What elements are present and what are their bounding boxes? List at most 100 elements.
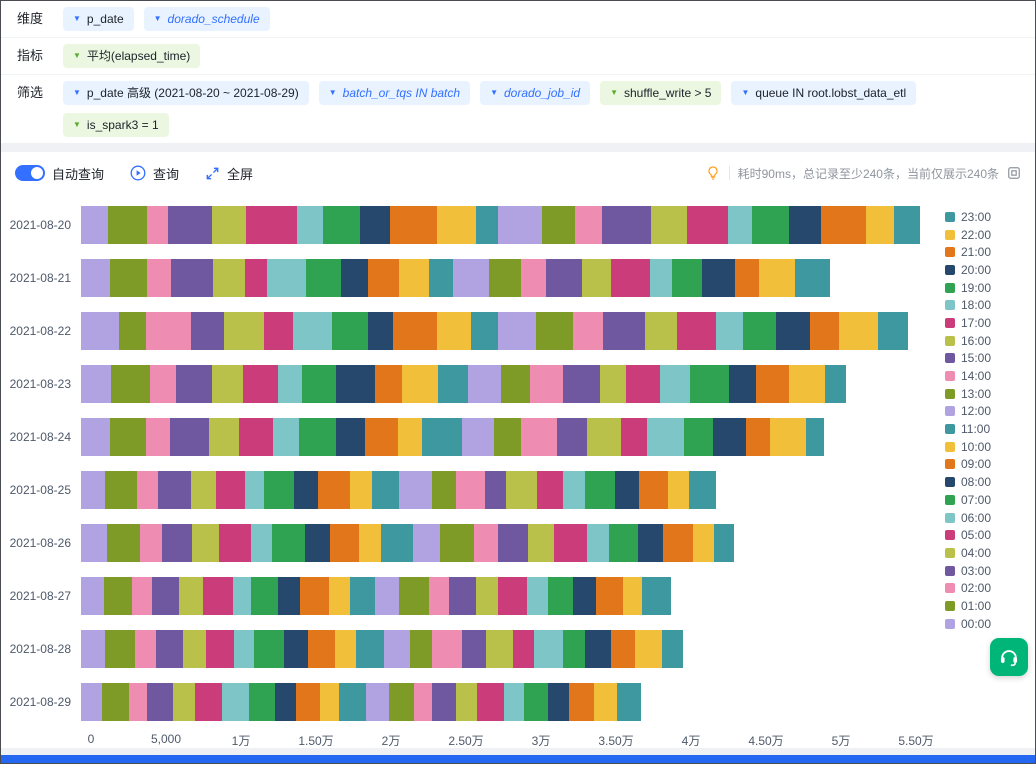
- bar-segment[interactable]: [162, 524, 192, 562]
- bar-segment[interactable]: [191, 471, 217, 509]
- bar-segment[interactable]: [81, 577, 104, 615]
- bar-segment[interactable]: [672, 259, 702, 297]
- bar-segment[interactable]: [249, 683, 275, 721]
- legend-item[interactable]: 04:00: [945, 544, 1029, 562]
- bar-segment[interactable]: [642, 577, 671, 615]
- bar-segment[interactable]: [563, 365, 601, 403]
- bar-segment[interactable]: [596, 577, 623, 615]
- bar-segment[interactable]: [102, 683, 129, 721]
- bar-segment[interactable]: [476, 206, 499, 244]
- bar-segment[interactable]: [264, 312, 293, 350]
- legend-item[interactable]: 02:00: [945, 579, 1029, 597]
- bar-segment[interactable]: [569, 683, 595, 721]
- bar-segment[interactable]: [521, 259, 547, 297]
- bar-segment[interactable]: [296, 683, 320, 721]
- record-detail-icon[interactable]: [1007, 166, 1021, 180]
- bar-segment[interactable]: [147, 206, 168, 244]
- bar-segment[interactable]: [209, 418, 239, 456]
- bar-segment[interactable]: [456, 683, 477, 721]
- bar-segment[interactable]: [350, 577, 376, 615]
- bar-segment[interactable]: [506, 471, 538, 509]
- bar-segment[interactable]: [756, 365, 789, 403]
- legend-item[interactable]: 12:00: [945, 403, 1029, 421]
- bar-segment[interactable]: [81, 418, 110, 456]
- bar-segment[interactable]: [305, 524, 331, 562]
- bar-segment[interactable]: [212, 365, 244, 403]
- bar-segment[interactable]: [476, 577, 499, 615]
- bar-segment[interactable]: [810, 312, 839, 350]
- bar-segment[interactable]: [623, 577, 643, 615]
- bar-segment[interactable]: [821, 206, 866, 244]
- legend-item[interactable]: 06:00: [945, 509, 1029, 527]
- legend-item[interactable]: 17:00: [945, 314, 1029, 332]
- bar-segment[interactable]: [494, 418, 521, 456]
- bar-segment[interactable]: [302, 365, 337, 403]
- bar-segment[interactable]: [530, 365, 563, 403]
- bar-segment[interactable]: [729, 365, 756, 403]
- bar-segment[interactable]: [179, 577, 203, 615]
- bar-segment[interactable]: [81, 206, 108, 244]
- bar-segment[interactable]: [368, 259, 400, 297]
- bar-segment[interactable]: [110, 418, 146, 456]
- bar-segment[interactable]: [728, 206, 752, 244]
- bar-segment[interactable]: [587, 524, 610, 562]
- bar-segment[interactable]: [437, 206, 476, 244]
- bar-segment[interactable]: [398, 418, 422, 456]
- bar-segment[interactable]: [662, 630, 683, 668]
- bar-segment[interactable]: [390, 206, 437, 244]
- filter-tag[interactable]: ▼is_spark3 = 1: [63, 113, 169, 137]
- bar-segment[interactable]: [105, 630, 135, 668]
- bar-segment[interactable]: [713, 418, 746, 456]
- bar-segment[interactable]: [638, 524, 664, 562]
- bar-segment[interactable]: [108, 206, 147, 244]
- bar-segment[interactable]: [399, 471, 432, 509]
- bar-segment[interactable]: [158, 471, 191, 509]
- bar-segment[interactable]: [339, 683, 366, 721]
- fullscreen-button[interactable]: 全屏: [205, 164, 253, 183]
- filter-tag[interactable]: ▼queue IN root.lobst_data_etl: [731, 81, 916, 105]
- bar-segment[interactable]: [195, 683, 222, 721]
- bar-segment[interactable]: [273, 418, 299, 456]
- bar-segment[interactable]: [264, 471, 294, 509]
- bar-segment[interactable]: [329, 577, 350, 615]
- bar-segment[interactable]: [795, 259, 830, 297]
- filter-tag[interactable]: ▼dorado_job_id: [480, 81, 590, 105]
- bar-segment[interactable]: [609, 524, 638, 562]
- bar-segment[interactable]: [239, 418, 274, 456]
- bar-segment[interactable]: [251, 577, 278, 615]
- bar-segment[interactable]: [152, 577, 179, 615]
- legend-item[interactable]: 03:00: [945, 562, 1029, 580]
- bar-segment[interactable]: [770, 418, 806, 456]
- legend-item[interactable]: 01:00: [945, 597, 1029, 615]
- bar-segment[interactable]: [611, 630, 635, 668]
- legend-item[interactable]: 11:00: [945, 420, 1029, 438]
- bar-segment[interactable]: [216, 471, 245, 509]
- legend-item[interactable]: 05:00: [945, 526, 1029, 544]
- bar-segment[interactable]: [594, 683, 617, 721]
- bar-segment[interactable]: [453, 259, 489, 297]
- bar-segment[interactable]: [330, 524, 359, 562]
- bar-segment[interactable]: [429, 577, 449, 615]
- bar-segment[interactable]: [689, 471, 716, 509]
- bar-segment[interactable]: [702, 259, 735, 297]
- dimension-tag[interactable]: ▼dorado_schedule: [144, 7, 270, 31]
- bar-segment[interactable]: [119, 312, 146, 350]
- bar-segment[interactable]: [575, 206, 602, 244]
- bar-segment[interactable]: [600, 365, 626, 403]
- dimension-tag[interactable]: ▼p_date: [63, 7, 134, 31]
- bar-segment[interactable]: [735, 259, 759, 297]
- bar-segment[interactable]: [105, 471, 137, 509]
- bar-segment[interactable]: [557, 418, 587, 456]
- bar-segment[interactable]: [651, 206, 687, 244]
- legend-item[interactable]: 20:00: [945, 261, 1029, 279]
- bar-segment[interactable]: [746, 418, 770, 456]
- bar-segment[interactable]: [275, 683, 296, 721]
- bar-segment[interactable]: [498, 206, 542, 244]
- bar-segment[interactable]: [335, 630, 356, 668]
- bar-segment[interactable]: [81, 259, 110, 297]
- bar-segment[interactable]: [647, 418, 685, 456]
- legend-item[interactable]: 19:00: [945, 279, 1029, 297]
- bar-segment[interactable]: [743, 312, 776, 350]
- bar-segment[interactable]: [866, 206, 895, 244]
- legend-item[interactable]: 00:00: [945, 615, 1029, 633]
